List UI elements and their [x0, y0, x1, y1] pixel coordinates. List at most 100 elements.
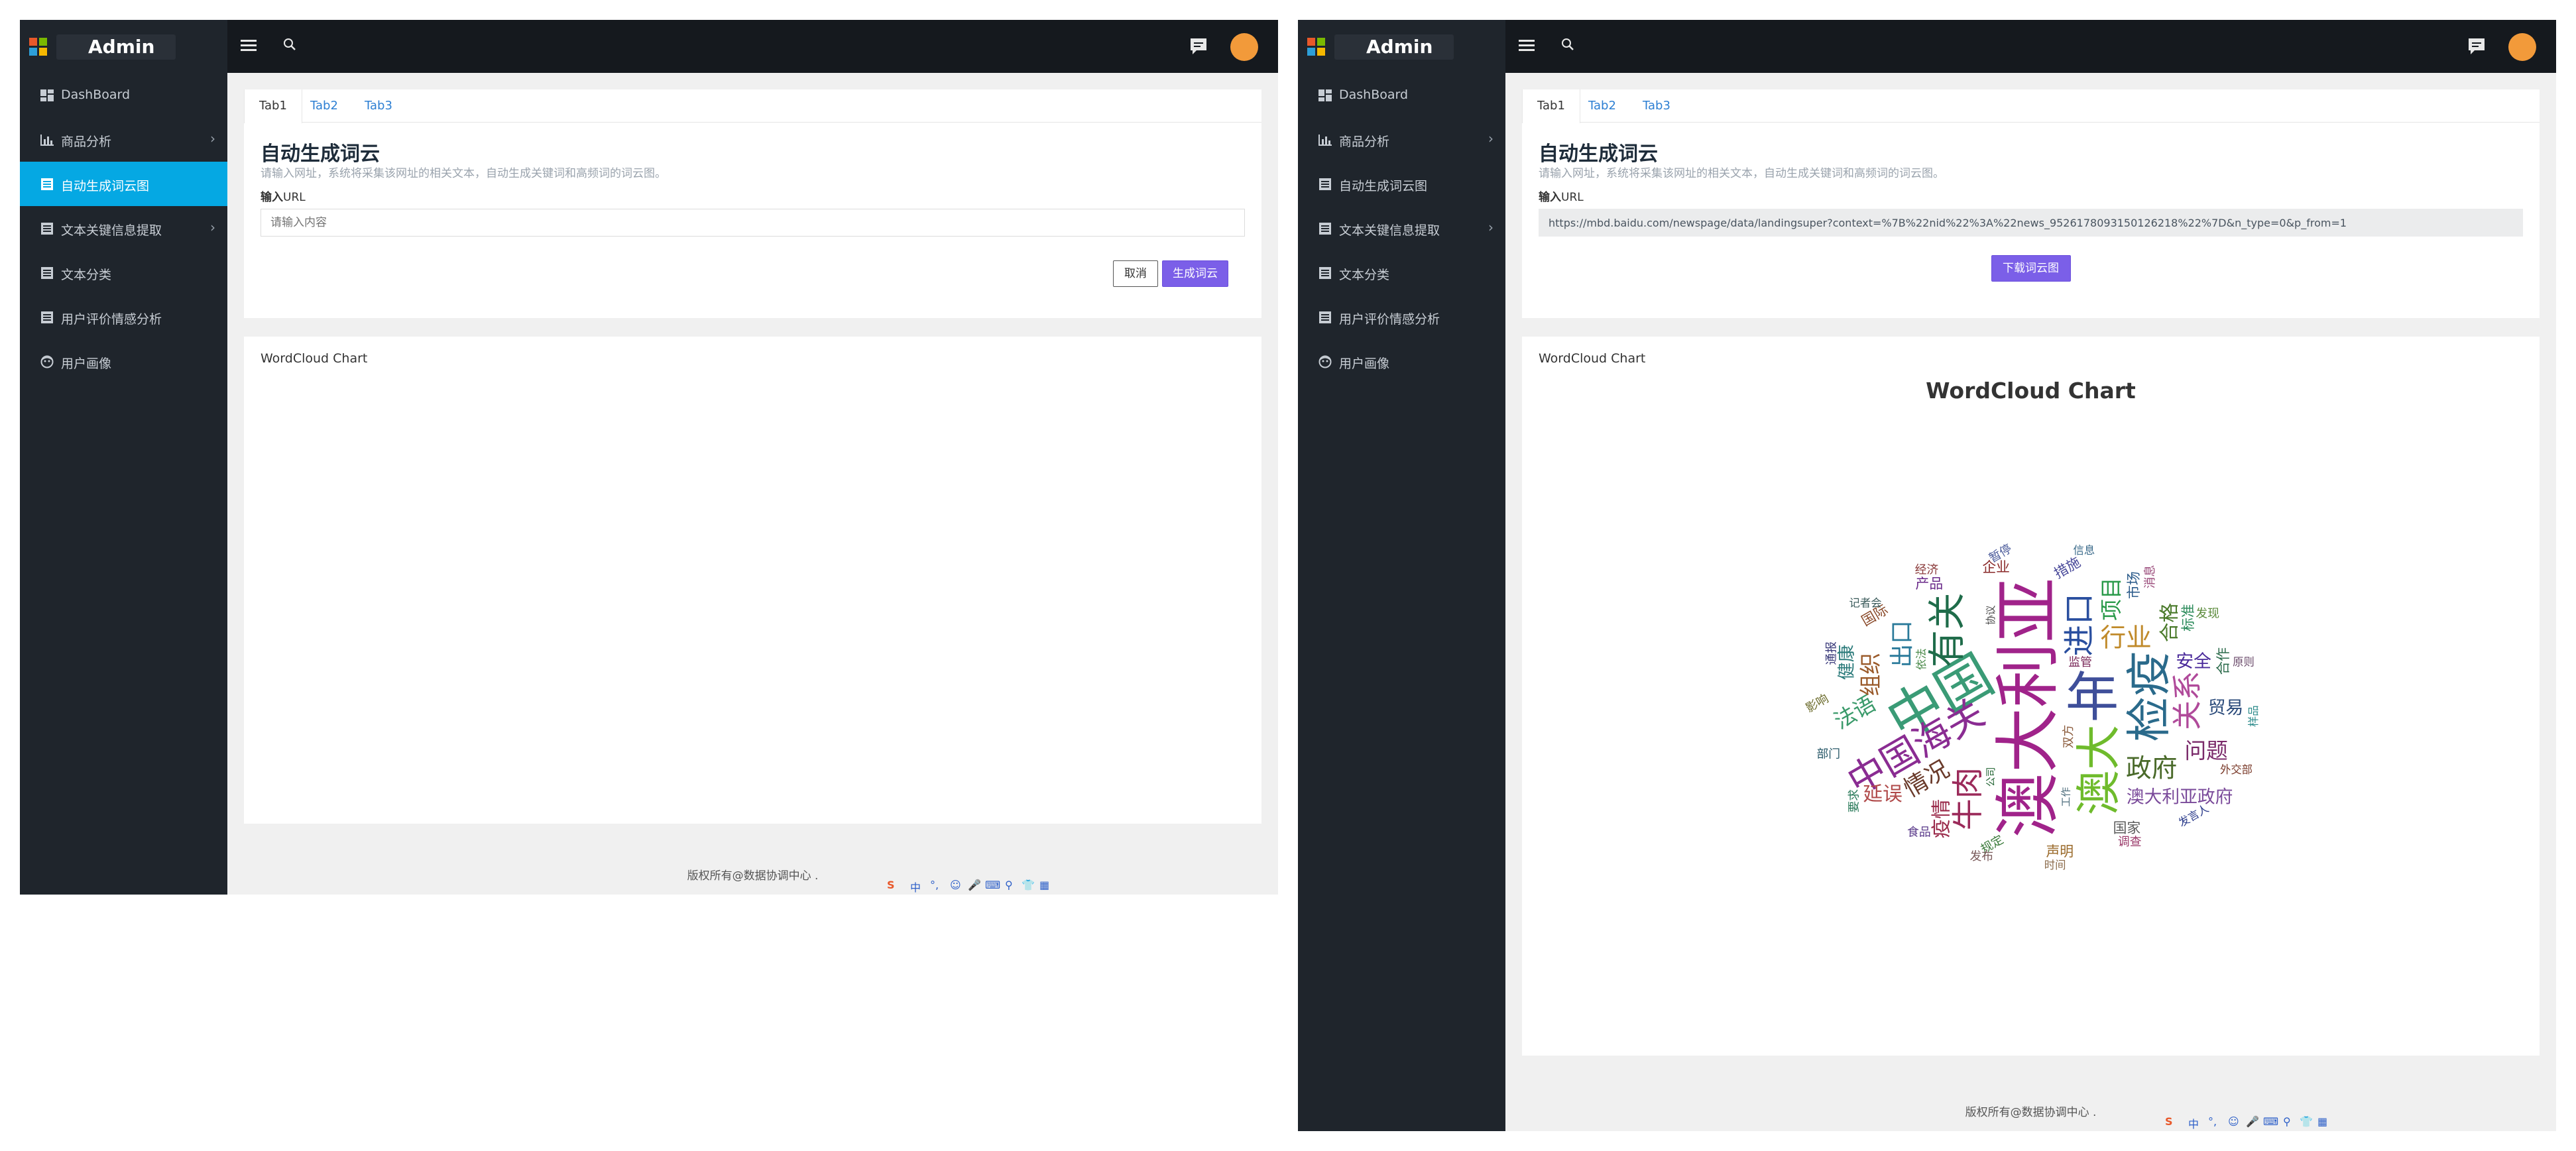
sidebar-item-user-profile[interactable]: 用户画像: [1298, 339, 1505, 384]
sidebar-item-label: 文本分类: [61, 268, 112, 282]
wordcloud-word: 部门: [1816, 747, 1840, 761]
cancel-button[interactable]: 取消: [1113, 260, 1158, 287]
sidebar-item-keyword-extraction[interactable]: 文本关键信息提取 ›: [20, 206, 227, 250]
punctuation-icon[interactable]: °,: [2208, 1115, 2217, 1128]
wordcloud-word: 消息: [2143, 565, 2157, 589]
url-form-card: Tab1 Tab2 Tab3 自动生成词云 请输入网址，系统将采集该网址的相关文…: [244, 89, 1261, 318]
sidebar-item-keyword-extraction[interactable]: 文本关键信息提取 ›: [1298, 206, 1505, 250]
sogou-logo-icon: S: [887, 879, 895, 891]
search-icon[interactable]: [1561, 38, 1574, 51]
wordcloud-word: 措施: [2051, 554, 2083, 582]
sidebar-item-product-analysis[interactable]: 商品分析 ›: [1298, 117, 1505, 162]
main-content: Tab1 Tab2 Tab3 自动生成词云 请输入网址，系统将采集该网址的相关文…: [227, 73, 1278, 895]
wordcloud-word: 标准: [2180, 604, 2196, 631]
tab-2[interactable]: Tab2: [296, 89, 353, 123]
search-icon[interactable]: [283, 38, 296, 51]
skin-icon[interactable]: 👕: [2300, 1115, 2313, 1128]
tools-icon[interactable]: ⚲: [2283, 1115, 2291, 1128]
wordcloud-word: 合作: [2215, 647, 2231, 675]
ime-toolbar[interactable]: S 中 °, ☺ 🎤 ⌨ ⚲ 👕 ▦: [887, 875, 1056, 895]
right-screen: Admin DashBoard 商品分析 › 自动生成词云图 文本关键信息提取 …: [1298, 20, 2556, 1131]
avatar[interactable]: [1230, 33, 1258, 61]
grid-icon[interactable]: ▦: [2317, 1115, 2327, 1128]
wordcloud-word: 延误: [1863, 783, 1903, 806]
wordcloud-word: 通报: [1825, 641, 1839, 665]
wordcloud-word: 年: [2066, 666, 2119, 728]
wordcloud-word: 发布: [1969, 850, 1993, 863]
url-input[interactable]: [1539, 209, 2523, 237]
menu-icon[interactable]: [241, 40, 257, 52]
ime-lang-icon[interactable]: 中: [910, 879, 921, 895]
sidebar-item-sentiment-analysis[interactable]: 用户评价情感分析: [1298, 295, 1505, 339]
keyboard-icon[interactable]: ⌨: [985, 879, 1000, 891]
grid-icon[interactable]: ▦: [1039, 879, 1049, 891]
ime-toolbar[interactable]: S 中 °, ☺ 🎤 ⌨ ⚲ 👕 ▦: [2165, 1111, 2334, 1131]
tools-icon[interactable]: ⚲: [1005, 879, 1013, 891]
wordcloud-word: 疫情: [1930, 799, 1954, 839]
wordcloud-word: 组织: [1858, 653, 1883, 696]
wordcloud-word: 安全: [2176, 651, 2211, 672]
ime-lang-icon[interactable]: 中: [2188, 1115, 2199, 1131]
sogou-logo-icon: S: [2165, 1115, 2173, 1128]
sidebar-item-label: 文本关键信息提取: [1339, 223, 1440, 238]
sidebar-item-user-profile[interactable]: 用户画像: [20, 339, 227, 384]
wordcloud-chart-card: WordCloud Chart WordCloud Chart 澳大利亚 中国年澳…: [1522, 337, 2540, 1056]
emoji-icon[interactable]: ☺: [950, 879, 961, 891]
emoji-icon[interactable]: ☺: [2228, 1115, 2239, 1128]
wordcloud-word: 关系: [2170, 671, 2205, 730]
chevron-right-icon: ›: [210, 131, 215, 146]
sidebar-item-label: 商品分析: [1339, 135, 1390, 149]
wordcloud-word: 政府: [2126, 754, 2177, 784]
page-title: 自动生成词云: [1539, 142, 1658, 166]
keyboard-icon[interactable]: ⌨: [2263, 1115, 2278, 1128]
sidebar-item-label: 用户画像: [61, 356, 112, 371]
chat-icon[interactable]: [2467, 36, 2487, 56]
url-input[interactable]: [261, 209, 1245, 237]
sidebar-item-wordcloud[interactable]: 自动生成词云图: [1298, 162, 1505, 206]
tab-3[interactable]: Tab3: [1628, 89, 1685, 123]
url-field-label: 输入URL: [261, 191, 306, 204]
sidebar-item-label: 用户评价情感分析: [1339, 312, 1440, 327]
skin-icon[interactable]: 👕: [1022, 879, 1035, 891]
chevron-right-icon: ›: [1488, 131, 1493, 146]
generate-wordcloud-button[interactable]: 生成词云: [1162, 260, 1228, 287]
punctuation-icon[interactable]: °,: [930, 879, 939, 891]
tab-3[interactable]: Tab3: [350, 89, 407, 123]
left-screen: Admin DashBoard 商品分析 › 自动生成词云图 文本关键信息提取 …: [20, 20, 1278, 895]
wordcloud: 澳大利亚中国 年澳大检疫中国海关有关 进口牛肉关系行业政府情况出口法语组织项目问题延…: [1804, 542, 2260, 872]
sidebar: Admin DashBoard 商品分析 › 自动生成词云图 文本关键信息提取 …: [1298, 20, 1505, 1131]
dashboard-icon: [40, 89, 54, 101]
sidebar: Admin DashBoard 商品分析 › 自动生成词云图 文本关键信息提取 …: [20, 20, 227, 895]
menu-icon[interactable]: [1519, 40, 1535, 52]
tab-1[interactable]: Tab1: [244, 89, 302, 123]
microphone-icon[interactable]: 🎤: [2246, 1115, 2259, 1128]
sidebar-item-label: 文本关键信息提取: [61, 223, 162, 238]
dashboard-icon: [1318, 89, 1332, 101]
windows-logo-icon: [29, 38, 48, 56]
wordcloud-word: 项目: [2099, 577, 2125, 620]
sidebar-item-dashboard[interactable]: DashBoard: [1298, 73, 1505, 117]
sidebar-item-sentiment-analysis[interactable]: 用户评价情感分析: [20, 295, 227, 339]
wordcloud-word: 贸易: [2208, 698, 2244, 718]
tab-2[interactable]: Tab2: [1574, 89, 1631, 123]
wordcloud-word: 记者会: [1849, 596, 1882, 609]
tab-1[interactable]: Tab1: [1522, 89, 1580, 123]
avatar[interactable]: [2508, 33, 2536, 61]
sidebar-item-text-classification[interactable]: 文本分类: [20, 250, 227, 295]
sidebar-item-product-analysis[interactable]: 商品分析 ›: [20, 117, 227, 162]
sidebar-item-wordcloud[interactable]: 自动生成词云图: [20, 162, 227, 206]
wordcloud-word: 原则: [2233, 655, 2254, 668]
wordcloud-word: 信息: [2074, 544, 2095, 557]
wordcloud-word: 澳大利亚政府: [2127, 787, 2233, 807]
wordcloud-word: 澳大: [2073, 725, 2126, 816]
chat-icon[interactable]: [1189, 36, 1208, 56]
sidebar-item-dashboard[interactable]: DashBoard: [20, 73, 227, 117]
document-icon: [41, 223, 53, 235]
download-wordcloud-button[interactable]: 下载词云图: [1991, 255, 2071, 282]
tab-bar: Tab1 Tab2 Tab3: [1522, 89, 2540, 123]
sidebar-item-text-classification[interactable]: 文本分类: [1298, 250, 1505, 295]
microphone-icon[interactable]: 🎤: [968, 879, 981, 891]
wordcloud-word: 食品: [1907, 826, 1931, 840]
page-description: 请输入网址，系统将采集该网址的相关文本，自动生成关键词和高频词的词云图。: [261, 167, 666, 180]
sidebar-item-label: 自动生成词云图: [61, 179, 150, 193]
